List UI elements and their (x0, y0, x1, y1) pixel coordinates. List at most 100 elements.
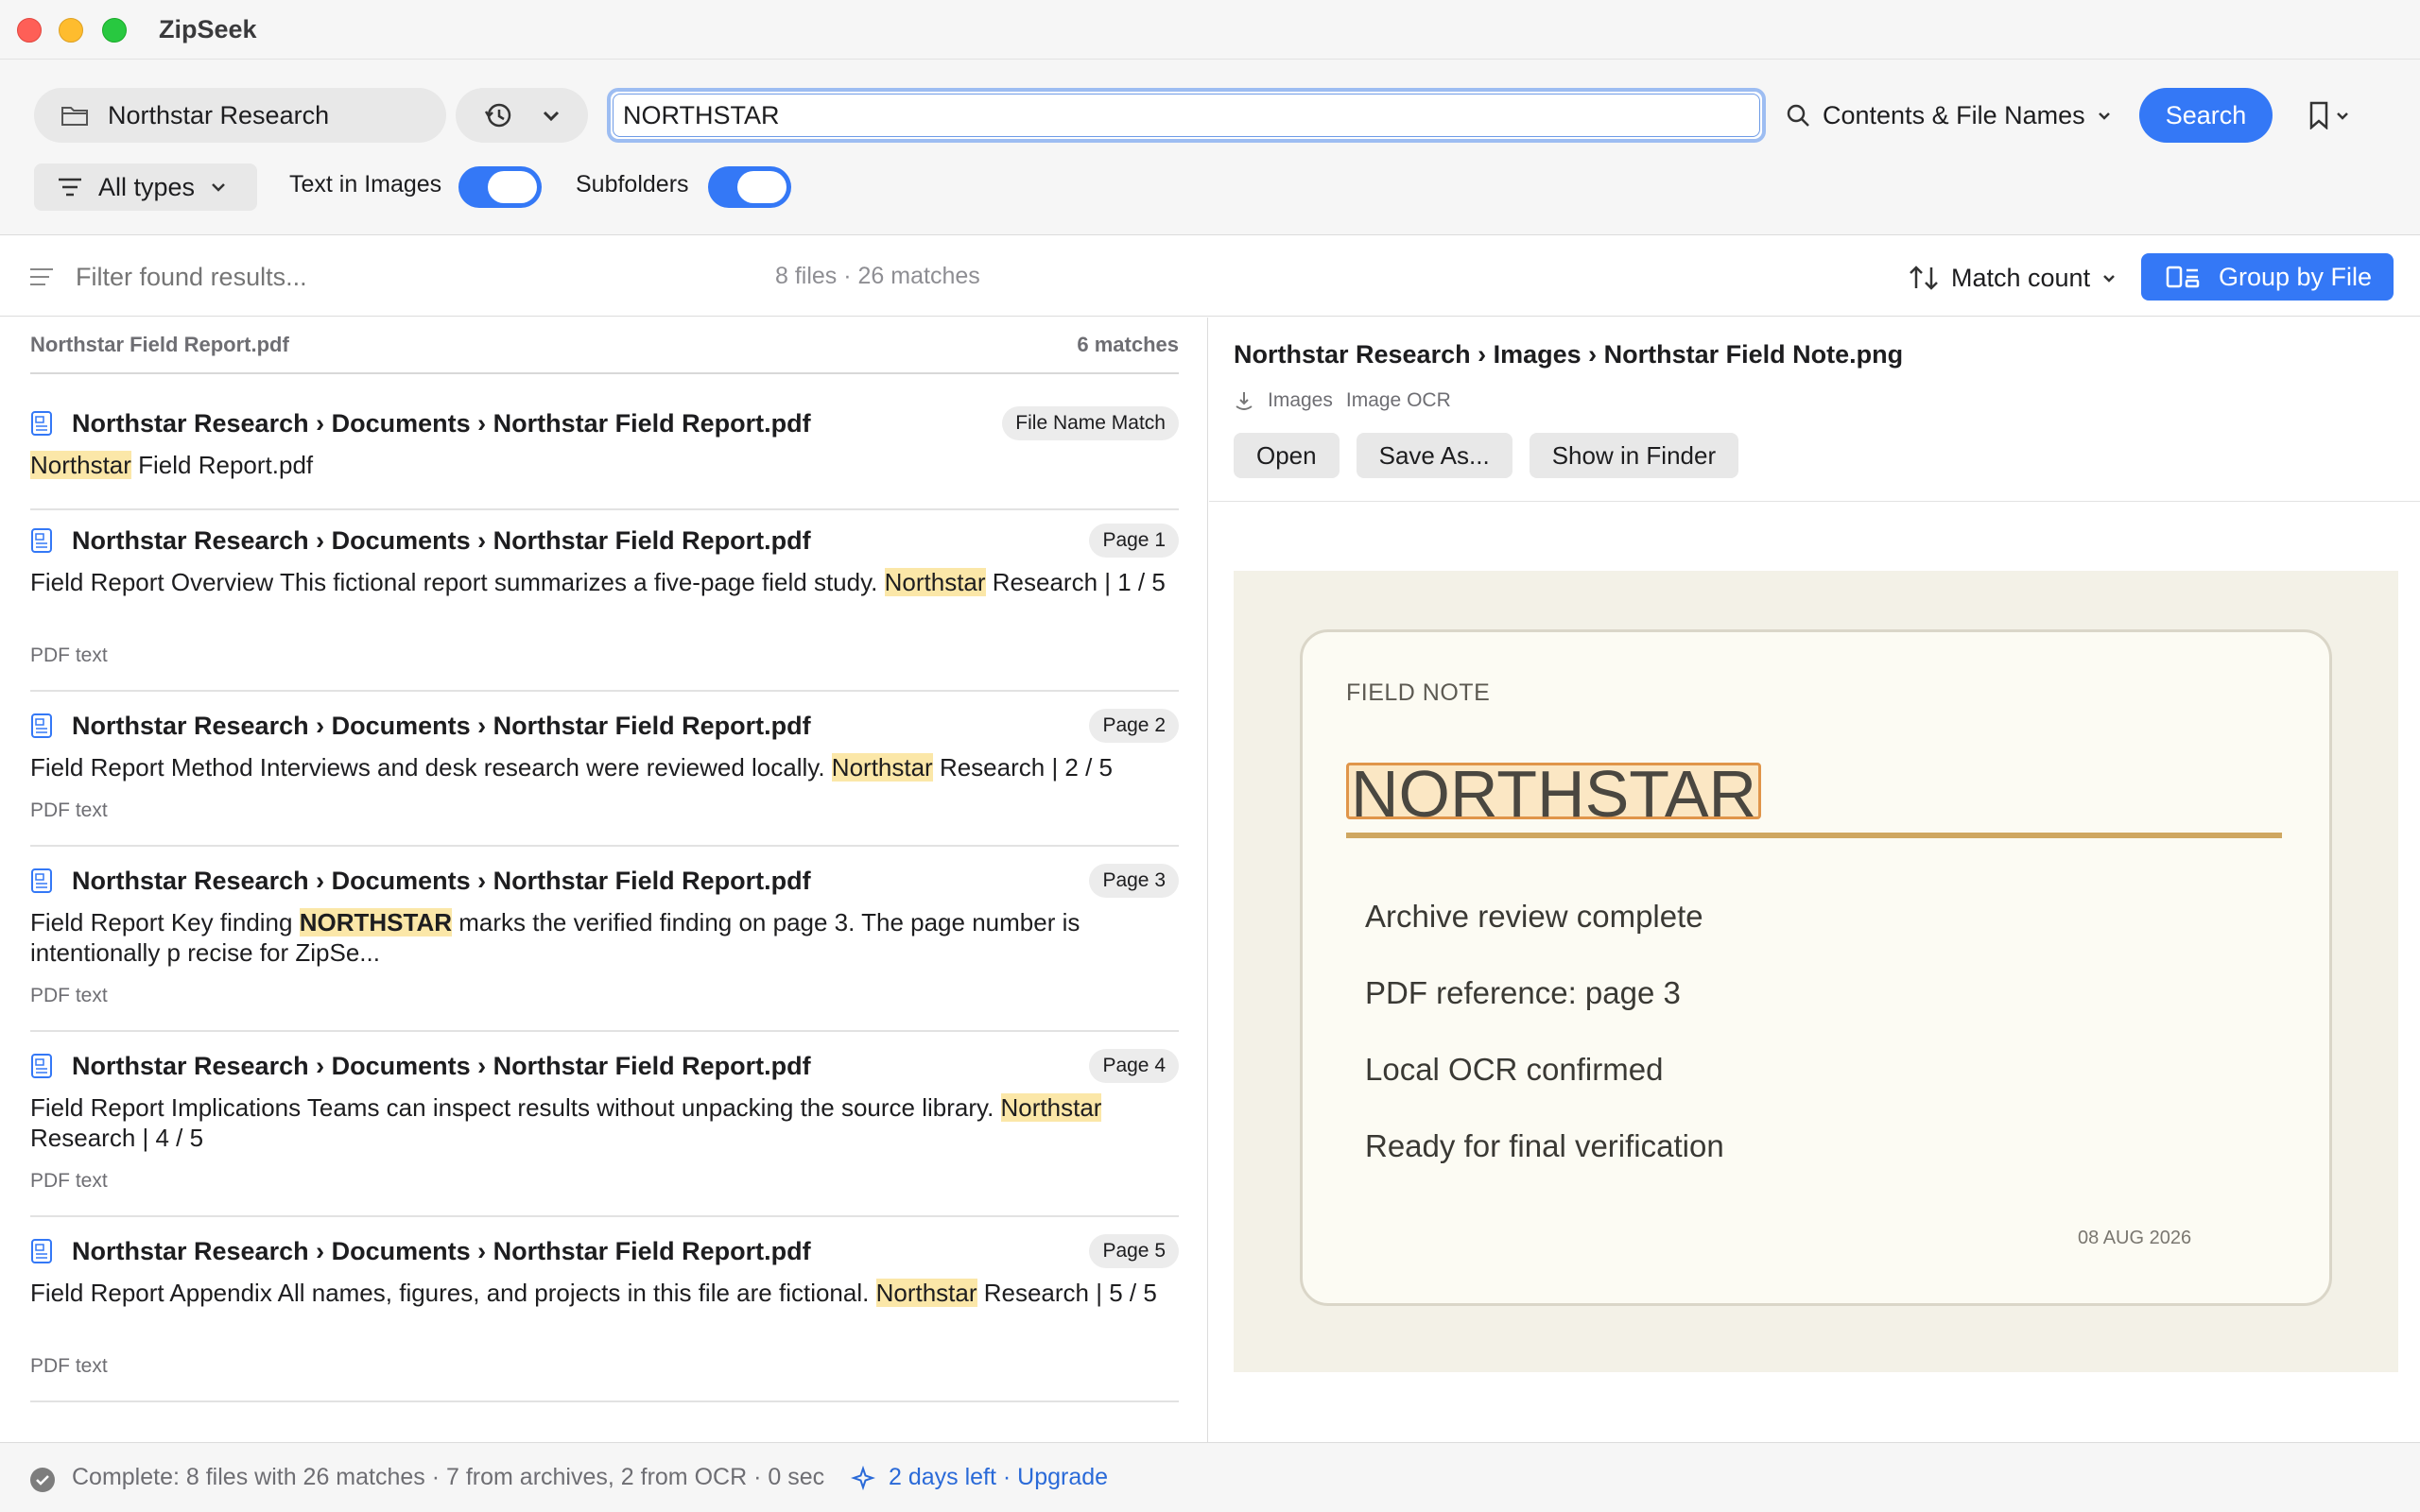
status-text: Complete: 8 files with 26 matches · 7 fr… (72, 1464, 825, 1490)
field-note-card: FIELD NOTE NORTHSTAR Archive review comp… (1300, 629, 2332, 1306)
result-row[interactable]: Northstar Research › Documents › Northst… (30, 707, 1179, 847)
zoom-window-button[interactable] (102, 18, 127, 43)
snippet-text: Field Report Overview This fictional rep… (30, 568, 885, 596)
chevron-down-icon (2337, 112, 2348, 120)
search-scope-label: Contents & File Names (1823, 100, 2085, 129)
snippet-text: Field Report Key finding (30, 908, 300, 936)
search-field-container (607, 88, 1766, 143)
pdf-file-icon (31, 868, 52, 893)
result-row[interactable]: Northstar Research › Documents › Northst… (30, 1047, 1179, 1217)
group-by-file-label: Group by File (2219, 262, 2373, 291)
group-icon (2166, 266, 2200, 288)
filter-results-input[interactable] (76, 259, 643, 295)
show-in-finder-button[interactable]: Show in Finder (1529, 433, 1739, 478)
minimize-window-button[interactable] (59, 18, 83, 43)
chevron-down-icon (543, 111, 559, 122)
result-snippet: Field Report Appendix All names, figures… (30, 1278, 1179, 1308)
result-path: Northstar Research › Documents › Northst… (72, 408, 811, 438)
note-line: Local OCR confirmed (1365, 1052, 1664, 1087)
close-window-button[interactable] (17, 18, 42, 43)
result-snippet: Field Report Key finding NORTHSTAR marks… (30, 907, 1179, 968)
text-in-images-toggle[interactable] (458, 166, 542, 208)
result-summary: 8 files · 26 matches (775, 263, 980, 289)
trial-info: 2 days left · Upgrade (851, 1464, 1108, 1491)
chevron-down-icon (2098, 112, 2110, 120)
result-snippet: Field Report Method Interviews and desk … (30, 752, 1179, 782)
match-highlight: Northstar (30, 451, 131, 479)
sort-icon (1910, 266, 1938, 290)
snippet-text: Research | 5 / 5 (977, 1279, 1157, 1307)
title-bar: ZipSeek (0, 0, 2420, 60)
match-highlight: Northstar (1000, 1093, 1102, 1122)
preview-file-path: Northstar Research › Images › Northstar … (1234, 340, 1904, 369)
chevron-down-icon (2103, 275, 2115, 283)
result-row[interactable]: Northstar Research › Documents › Northst… (30, 1232, 1179, 1402)
status-bar: Complete: 8 files with 26 matches · 7 fr… (0, 1442, 2420, 1512)
file-types-label: All types (98, 172, 196, 201)
result-row[interactable]: Northstar Research › Documents › Northst… (30, 404, 1179, 510)
bookmark-menu-button[interactable] (2301, 88, 2358, 143)
search-scope-menu[interactable]: Contents & File Names (1785, 88, 2112, 143)
group-by-file-button[interactable]: Group by File (2141, 253, 2394, 301)
sort-label: Match count (1951, 263, 2091, 292)
snippet-text: Field Report Implications Teams can insp… (30, 1093, 1001, 1122)
match-highlight: Northstar (884, 568, 986, 596)
snippet-text: Field Report Method Interviews and desk … (30, 753, 832, 782)
pdf-file-icon (31, 411, 52, 436)
chevron-down-icon (212, 183, 225, 192)
pdf-file-icon (31, 1239, 52, 1263)
result-source-type: PDF text (30, 985, 108, 1006)
group-match-count: 6 matches (1077, 333, 1179, 356)
location-picker-button[interactable]: Northstar Research (34, 88, 446, 143)
match-highlight: NORTHSTAR (299, 908, 452, 936)
sparkle-icon (851, 1465, 875, 1490)
note-date: 08 AUG 2026 (2078, 1228, 2192, 1248)
result-snippet: Field Report Implications Teams can insp… (30, 1092, 1179, 1153)
result-row[interactable]: Northstar Research › Documents › Northst… (30, 862, 1179, 1032)
note-label: FIELD NOTE (1346, 679, 1491, 706)
group-file-name: Northstar Field Report.pdf (30, 333, 289, 356)
result-path: Northstar Research › Documents › Northst… (72, 1236, 811, 1265)
result-path: Northstar Research › Documents › Northst… (72, 866, 811, 895)
result-source-type: PDF text (30, 1355, 108, 1377)
page-badge: Page 4 (1089, 1049, 1179, 1083)
preview-actions: Open Save As... Show in Finder (1234, 433, 1739, 478)
result-path: Northstar Research › Documents › Northst… (72, 711, 811, 740)
page-badge: Page 2 (1089, 709, 1179, 743)
result-snippet: Northstar Field Report.pdf (30, 450, 1179, 480)
match-type-badge: File Name Match (1002, 406, 1179, 440)
match-highlight: Northstar (831, 753, 933, 782)
pdf-file-icon (31, 1054, 52, 1078)
sort-menu[interactable]: Match count (1908, 259, 2117, 297)
results-list: Northstar Field Report.pdf 6 matches Nor… (0, 318, 1208, 1442)
app-title: ZipSeek (159, 15, 257, 43)
folder-icon (61, 107, 88, 126)
file-group-header[interactable]: Northstar Field Report.pdf 6 matches (30, 333, 1179, 374)
trial-days-link[interactable]: 2 days left (889, 1464, 996, 1490)
filter-icon (30, 268, 53, 285)
divider (1209, 501, 2420, 502)
results-filter-bar: 8 files · 26 matches Match count Group b… (0, 236, 2420, 317)
upgrade-link[interactable]: Upgrade (1017, 1464, 1108, 1490)
bookmark-icon (2309, 101, 2328, 129)
filter-lines-icon (59, 178, 81, 197)
history-button[interactable] (456, 88, 588, 143)
file-types-menu[interactable]: All types (34, 163, 257, 211)
note-line: Ready for final verification (1365, 1128, 1724, 1163)
pdf-file-icon (31, 528, 52, 553)
result-row[interactable]: Northstar Research › Documents › Northst… (30, 522, 1179, 692)
subfolders-label: Subfolders (576, 171, 689, 198)
text-in-images-label: Text in Images (289, 171, 442, 198)
open-button[interactable]: Open (1234, 433, 1340, 478)
location-label: Northstar Research (108, 100, 330, 129)
page-badge: Page 1 (1089, 524, 1179, 558)
save-as-button[interactable]: Save As... (1356, 433, 1512, 478)
page-badge: Page 3 (1089, 864, 1179, 898)
subfolders-toggle[interactable] (708, 166, 791, 208)
page-badge: Page 5 (1089, 1234, 1179, 1268)
history-icon (484, 103, 510, 128)
search-button[interactable]: Search (2139, 88, 2273, 143)
result-source-type: PDF text (30, 799, 108, 821)
note-line: PDF reference: page 3 (1365, 975, 1681, 1010)
search-input[interactable] (613, 94, 1760, 137)
